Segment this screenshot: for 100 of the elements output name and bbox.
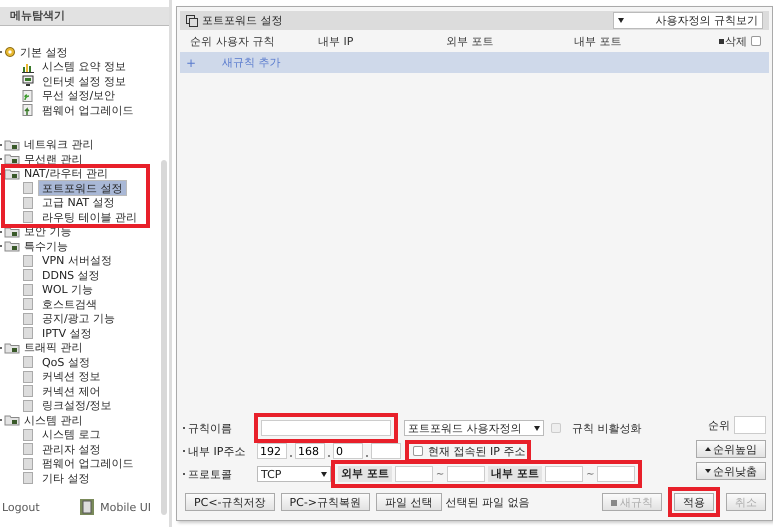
tree-item[interactable]: 커넥션 정보	[38, 369, 104, 384]
tree-item[interactable]: 공지/광고 기능	[38, 311, 120, 326]
ip-octet-field[interactable]: 168	[295, 443, 325, 459]
tree-group-item[interactable]: 기본 설정	[20, 44, 68, 60]
field-label: 규칙이름	[188, 420, 233, 436]
column-header: 내부 IP	[318, 34, 354, 48]
page-icon	[22, 211, 34, 224]
tree-item[interactable]: WOL 기능	[38, 282, 98, 298]
folder-icon	[4, 226, 20, 238]
field-label: 순위	[708, 418, 730, 432]
page-icon	[22, 254, 34, 267]
page-icon	[22, 327, 34, 340]
tree-group-item[interactable]: 특수기능	[24, 238, 68, 254]
page-icon	[22, 182, 34, 194]
order-field[interactable]	[734, 416, 766, 434]
tree-item[interactable]: 시스템 로그	[38, 427, 104, 442]
tree-item[interactable]: IPTV 설정	[38, 326, 96, 341]
select-all-checkbox[interactable]	[751, 36, 761, 46]
checkbox-label: 현재 접속된 IP 주소	[428, 444, 526, 458]
port-label: 내부 포트	[488, 466, 542, 482]
tree-item[interactable]: 관리자 설정	[38, 442, 104, 457]
page-icon	[22, 370, 34, 383]
tree-group-item[interactable]: NAT/라우터 관리	[24, 166, 108, 182]
page-icon	[22, 269, 34, 282]
tilde-text: ~	[586, 468, 594, 480]
tree-item[interactable]: VPN 서버설정	[38, 253, 116, 268]
ip-octet-field[interactable]: 0	[333, 443, 363, 459]
page-icon	[22, 400, 34, 412]
tree-item[interactable]: 시스템 요약 정보	[38, 59, 130, 74]
tree-group-item[interactable]: 시스템 관리	[24, 412, 82, 428]
phone-icon	[80, 499, 94, 515]
checkbox-label: 규칙 비활성화	[572, 420, 642, 436]
current-ip-checkbox[interactable]	[413, 446, 423, 456]
plus-icon: +	[186, 56, 222, 70]
port-label: 외부 포트	[338, 466, 392, 482]
page-icon	[22, 356, 34, 368]
move-up-button[interactable]: 순위높임	[696, 440, 766, 458]
view-dropdown[interactable]: 사용자정의 규칙보기	[613, 12, 763, 29]
page-icon	[22, 298, 34, 310]
sidebar-title: 메뉴탐색기	[0, 7, 169, 26]
scrollbar[interactable]	[161, 160, 167, 515]
dropdown-arrow-icon	[534, 426, 540, 430]
tree-item[interactable]: 인터넷 설정 정보	[38, 74, 130, 89]
tree-item[interactable]: 호스트검색	[38, 296, 101, 312]
action-button[interactable]: PC<-규칙저장	[185, 493, 274, 511]
page-icon	[22, 443, 34, 456]
tree-group-item[interactable]: 네트워크 관리	[24, 137, 94, 152]
tree-item[interactable]: 라우팅 테이블 관리	[38, 210, 141, 225]
page-icon	[22, 284, 34, 296]
column-header: 삭제	[725, 34, 747, 48]
mobile-ui-link[interactable]: Mobile UI	[100, 500, 151, 514]
field-label: 프로토콜	[188, 466, 233, 482]
action-button[interactable]: 파일 선택	[376, 493, 442, 511]
tree-item[interactable]: 무선 설정/보안	[38, 88, 120, 104]
current-ip-option[interactable]: 현재 접속된 IP 주소	[408, 442, 528, 460]
file-status-text: 선택된 파일 없음	[446, 494, 530, 510]
folder-icon	[4, 342, 20, 354]
tree-item[interactable]: 커넥션 제어	[38, 384, 104, 399]
tree-item[interactable]: 펌웨어 업그레이드	[38, 456, 138, 472]
page-icon	[22, 458, 34, 470]
tree-group-item[interactable]: 트래픽 관리	[24, 340, 82, 356]
dropdown-arrow-icon	[618, 18, 624, 23]
disable-checkbox[interactable]	[551, 423, 561, 433]
page-icon	[22, 472, 34, 484]
page-icon	[22, 196, 34, 209]
tree-item[interactable]: 링크설정/정보	[38, 398, 116, 414]
page-icon	[22, 428, 34, 441]
ip-octet-field[interactable]	[371, 443, 401, 459]
square-icon	[719, 38, 724, 44]
page-icon	[22, 385, 34, 398]
tree-item[interactable]: 기타 설정	[38, 470, 94, 486]
column-header: 내부 포트	[574, 34, 622, 48]
page-icon	[22, 312, 34, 325]
tree-item[interactable]: DDNS 설정	[38, 268, 104, 283]
column-header: 사용자 규칙	[216, 34, 276, 48]
port-field[interactable]	[394, 466, 433, 482]
tree-item[interactable]: 포트포워드 설정	[38, 180, 126, 196]
move-down-button[interactable]: 순위낮춤	[696, 462, 766, 480]
action-button[interactable]: PC->규칙복원	[280, 493, 370, 511]
column-header: 순위	[190, 34, 213, 48]
tree-item[interactable]: 고급 NAT 설정	[38, 195, 119, 210]
monitor-icon	[22, 75, 34, 88]
tree-item[interactable]: QoS 설정	[38, 354, 94, 370]
logout-link[interactable]: Logout	[2, 500, 40, 514]
folder-icon	[4, 240, 20, 252]
rule-name-field[interactable]	[257, 416, 395, 440]
folder-icon	[4, 153, 20, 166]
port-field[interactable]	[447, 466, 486, 482]
port-field[interactable]	[545, 466, 584, 482]
folder-icon	[4, 168, 20, 180]
tilde-text: ~	[436, 468, 444, 480]
protocol-dropdown[interactable]: TCP	[257, 466, 331, 482]
field-label: 내부 IP주소	[188, 444, 246, 458]
ip-octet-field[interactable]: 192	[257, 443, 287, 459]
dropdown-arrow-icon	[321, 472, 327, 476]
folder-icon	[4, 138, 20, 151]
folder-icon	[4, 414, 20, 426]
tree-item[interactable]: 펌웨어 업그레이드	[38, 102, 138, 118]
rule-type-dropdown[interactable]: 포트포워드 사용자정의	[404, 420, 544, 436]
port-field[interactable]	[597, 466, 636, 482]
